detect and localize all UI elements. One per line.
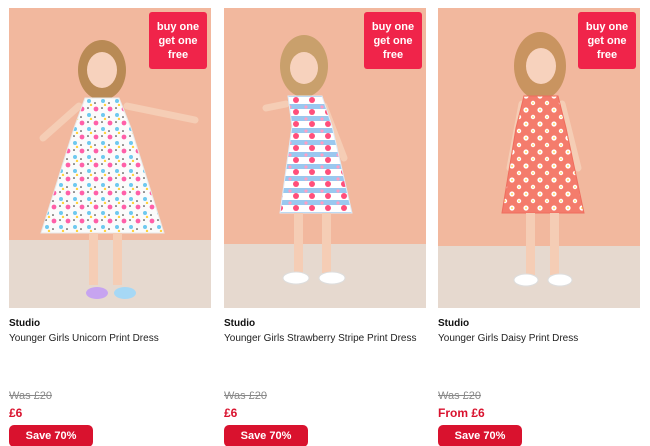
product-card: buy one get one free Studio Younger Girl…: [9, 8, 211, 446]
current-price: £6: [9, 406, 23, 420]
was-price: Was £20: [438, 390, 482, 402]
product-brand: Studio: [9, 318, 41, 329]
product-image[interactable]: buy one get one free: [438, 8, 640, 308]
was-price: Was £20: [9, 390, 53, 402]
was-price: Was £20: [224, 390, 268, 402]
current-price: From £6: [438, 406, 485, 420]
promo-badge: buy one get one free: [364, 12, 422, 69]
promo-badge: buy one get one free: [149, 12, 207, 69]
product-card: buy one get one free Studio Younger Girl…: [438, 8, 640, 446]
product-brand: Studio: [224, 318, 256, 329]
product-title[interactable]: Younger Girls Strawberry Stripe Print Dr…: [224, 332, 420, 345]
current-price: £6: [224, 406, 238, 420]
product-grid: buy one get one free Studio Younger Girl…: [0, 0, 650, 446]
product-image[interactable]: buy one get one free: [9, 8, 211, 308]
save-badge[interactable]: Save 70%: [438, 425, 522, 446]
save-badge[interactable]: Save 70%: [9, 425, 93, 446]
save-badge[interactable]: Save 70%: [224, 425, 308, 446]
product-title[interactable]: Younger Girls Daisy Print Dress: [438, 332, 634, 345]
product-brand: Studio: [438, 318, 470, 329]
promo-badge: buy one get one free: [578, 12, 636, 69]
product-image[interactable]: buy one get one free: [224, 8, 426, 308]
product-card: buy one get one free Studio Younger Girl…: [224, 8, 426, 446]
product-title[interactable]: Younger Girls Unicorn Print Dress: [9, 332, 205, 345]
